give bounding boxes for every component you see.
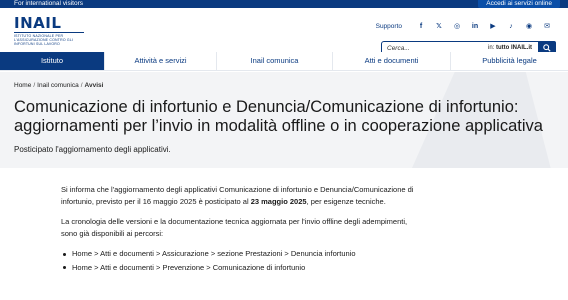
nav-item-attivita-e-servizi[interactable]: Attività e servizi <box>105 52 217 70</box>
page-hero: Home / Inail comunica / Avvisi Comunicazione… <box>0 72 568 168</box>
newsletter-icon[interactable]: ✉ <box>538 22 556 30</box>
podcast-icon[interactable]: ◉ <box>520 22 538 30</box>
search-scope-value: tutto INAIL.it <box>496 45 532 51</box>
breadcrumb-current: Avvisi <box>84 82 104 89</box>
tiktok-icon[interactable]: ♪ <box>502 23 520 30</box>
breadcrumb-separator: / <box>80 82 83 89</box>
search-input[interactable]: Cerca... <box>382 45 488 52</box>
site-header: INAIL Istituto nazionale per l'assicuraz… <box>0 8 568 55</box>
inail-logo[interactable]: INAIL Istituto nazionale per l'assicuraz… <box>14 15 84 46</box>
online-services-login-button[interactable]: Accedi ai servizi online <box>478 0 560 8</box>
paragraph-text: , per esigenze tecniche. <box>306 196 386 206</box>
search-scope-prefix: in: <box>487 45 495 51</box>
article-paragraph: Si informa che l'aggiornamento degli app… <box>61 184 421 207</box>
logo-tagline: Istituto nazionale per l'assicurazione c… <box>14 34 74 46</box>
article-paragraph: La cronologia delle versioni e la docume… <box>61 217 408 238</box>
breadcrumb: Home / Inail comunica / Avvisi <box>14 82 103 89</box>
page-title: Comunicazione di infortunio e Denuncia/C… <box>14 98 543 135</box>
list-item: Home > Atti e documenti > Assicurazione … <box>61 248 421 260</box>
international-visitors-link[interactable]: For international visitors <box>14 0 83 8</box>
youtube-icon[interactable]: ▶ <box>484 22 502 30</box>
main-navigation: Istituto Attività e servizi Inail comuni… <box>0 52 568 71</box>
page-subtitle: Posticipato l'aggiornamento degli applic… <box>14 145 171 154</box>
x-icon[interactable]: 𝕏 <box>430 22 448 30</box>
linkedin-icon[interactable]: in <box>466 23 484 30</box>
breadcrumb-separator: / <box>33 82 36 89</box>
logo-rule <box>14 32 84 33</box>
logo-wordmark: INAIL <box>14 14 62 32</box>
top-utility-bar: For international visitors Accedi ai ser… <box>0 0 568 8</box>
supporto-link[interactable]: Supporto <box>376 23 402 30</box>
facebook-icon[interactable]: f <box>412 23 430 30</box>
article-body: Si informa che l'aggiornamento degli app… <box>61 184 421 275</box>
breadcrumb-home[interactable]: Home <box>14 82 31 89</box>
instagram-icon[interactable]: ◎ <box>448 22 466 30</box>
nav-item-inail-comunica[interactable]: Inail comunica <box>217 52 333 70</box>
search-icon <box>543 44 551 52</box>
nav-item-istituto[interactable]: Istituto <box>0 52 105 70</box>
new-date-highlight: 23 maggio 2025 <box>250 196 307 206</box>
search-scope-select[interactable]: in: tutto INAIL.it <box>488 45 538 51</box>
list-item: Home > Atti e documenti > Prevenzione > … <box>61 262 421 274</box>
paths-list: Home > Atti e documenti > Assicurazione … <box>61 248 421 273</box>
nav-item-atti-e-documenti[interactable]: Atti e documenti <box>333 52 451 70</box>
nav-item-pubblicita-legale[interactable]: Pubblicità legale <box>451 52 568 70</box>
header-social-links: Supporto f 𝕏 ◎ in ▶ ♪ ◉ ✉ <box>376 22 556 31</box>
breadcrumb-inail-comunica[interactable]: Inail comunica <box>37 82 79 89</box>
